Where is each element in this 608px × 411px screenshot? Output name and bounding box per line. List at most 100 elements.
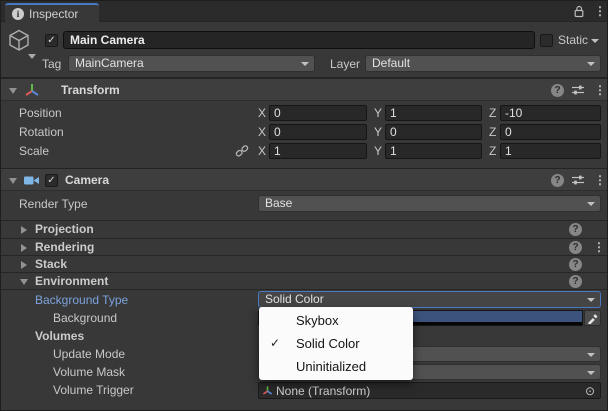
gameobject-name-field[interactable] — [63, 31, 535, 49]
section-stack[interactable]: Stack ? — [1, 255, 608, 272]
update-mode-label: Update Mode — [53, 345, 125, 363]
render-type-row: Render Type Base — [1, 195, 608, 213]
tab-menu-button[interactable]: ⋮ — [593, 4, 607, 18]
rotation-label[interactable]: Rotation — [19, 123, 64, 141]
help-icon[interactable]: ? — [569, 258, 582, 271]
eyedropper-button[interactable] — [584, 310, 601, 326]
chevron-down-icon — [301, 62, 309, 66]
lock-button[interactable] — [572, 4, 586, 18]
chevron-down-icon — [587, 298, 595, 302]
transform-icon — [262, 385, 273, 396]
unlock-icon — [573, 5, 585, 18]
kebab-icon: ⋮ — [594, 4, 606, 18]
axis-y-label: Y — [374, 142, 384, 160]
transform-title: Transform — [61, 83, 120, 98]
popup-item-uninitialized[interactable]: Uninitialized — [259, 355, 413, 378]
tab-bar: i Inspector ⋮ — [1, 1, 608, 22]
position-x-field[interactable] — [269, 105, 367, 121]
static-dropdown-icon[interactable] — [591, 39, 599, 43]
unlink-scale-icon[interactable] — [235, 144, 249, 158]
rotation-row: Rotation X Y Z — [1, 123, 608, 141]
background-type-label: Background Type — [35, 291, 128, 309]
eyedropper-icon — [587, 313, 598, 324]
check-icon: ✓ — [47, 175, 55, 186]
check-icon: ✓ — [47, 35, 55, 46]
camera-header[interactable]: ✓ Camera ? ⋮ — [1, 168, 608, 191]
static-checkbox[interactable] — [540, 34, 553, 47]
axis-x-label: X — [258, 123, 268, 141]
layer-dropdown[interactable]: Default — [365, 55, 601, 72]
camera-icon — [23, 173, 40, 188]
help-icon[interactable]: ? — [551, 84, 564, 97]
kebab-icon[interactable]: ⋮ — [594, 83, 606, 97]
kebab-icon[interactable]: ⋮ — [594, 173, 606, 187]
axis-x-label: X — [258, 104, 268, 122]
foldout-closed-icon[interactable] — [21, 244, 27, 252]
rendering-label: Rendering — [35, 239, 94, 256]
presets-icon[interactable] — [571, 83, 585, 97]
section-projection[interactable]: Projection ? — [1, 220, 608, 238]
layer-value: Default — [372, 56, 410, 70]
rotation-y-field[interactable] — [385, 124, 482, 140]
transform-icon — [24, 82, 40, 98]
foldout-open-icon[interactable] — [9, 88, 17, 94]
inspector-window: i Inspector ⋮ ✓ Static Tag MainC — [0, 0, 608, 411]
rotation-x-field[interactable] — [269, 124, 367, 140]
help-icon[interactable]: ? — [569, 275, 582, 288]
popup-item-label: Uninitialized — [296, 359, 366, 374]
popup-item-solid-color[interactable]: ✓ Solid Color — [259, 332, 413, 355]
help-icon[interactable]: ? — [569, 241, 582, 254]
cube-icon — [7, 28, 31, 54]
background-type-popup: Skybox ✓ Solid Color Uninitialized — [259, 307, 413, 380]
position-label[interactable]: Position — [19, 104, 62, 122]
camera-title: Camera — [65, 173, 109, 188]
background-label: Background — [53, 309, 117, 327]
gameobject-icon-button[interactable] — [7, 28, 31, 54]
kebab-icon[interactable]: ⋮ — [593, 240, 605, 254]
transform-header[interactable]: Transform ? ⋮ — [1, 78, 608, 101]
projection-label: Projection — [35, 221, 94, 238]
help-icon[interactable]: ? — [551, 174, 564, 187]
axis-z-label: Z — [489, 142, 499, 160]
camera-enabled-checkbox[interactable]: ✓ — [45, 174, 58, 187]
section-environment[interactable]: Environment ? — [1, 272, 608, 290]
chevron-down-icon — [587, 62, 595, 66]
chevron-down-icon — [587, 353, 595, 357]
rotation-z-field[interactable] — [500, 124, 601, 140]
gameobject-enabled-checkbox[interactable]: ✓ — [45, 34, 58, 47]
foldout-closed-icon[interactable] — [21, 226, 27, 234]
gameobject-icon-dropdown-icon[interactable] — [28, 54, 36, 59]
tag-dropdown[interactable]: MainCamera — [68, 55, 315, 72]
object-picker-button[interactable]: ⊙ — [583, 384, 597, 398]
background-type-value: Solid Color — [265, 292, 324, 306]
volumes-label: Volumes — [35, 327, 84, 345]
scale-label[interactable]: Scale — [19, 142, 49, 160]
tag-value: MainCamera — [75, 56, 144, 70]
section-rendering[interactable]: Rendering ? ⋮ — [1, 238, 608, 255]
scale-y-field[interactable] — [385, 143, 482, 159]
foldout-open-icon[interactable] — [9, 178, 17, 184]
axis-z-label: Z — [489, 104, 499, 122]
scale-x-field[interactable] — [269, 143, 367, 159]
tab-inspector[interactable]: i Inspector — [5, 3, 99, 22]
axis-x-label: X — [258, 142, 268, 160]
position-z-field[interactable] — [500, 105, 601, 121]
help-icon[interactable]: ? — [569, 223, 582, 236]
render-type-dropdown[interactable]: Base — [258, 195, 601, 212]
position-y-field[interactable] — [385, 105, 482, 121]
volume-trigger-object-field[interactable]: None (Transform) ⊙ — [258, 382, 601, 399]
popup-item-skybox[interactable]: Skybox — [259, 309, 413, 332]
presets-icon[interactable] — [571, 173, 585, 187]
axis-y-label: Y — [374, 104, 384, 122]
background-type-dropdown[interactable]: Solid Color — [258, 291, 601, 308]
static-label: Static — [558, 33, 588, 48]
tag-label: Tag — [42, 57, 61, 71]
axis-z-label: Z — [489, 123, 499, 141]
volume-trigger-label: Volume Trigger — [53, 381, 134, 399]
tab-title: Inspector — [29, 7, 78, 21]
foldout-open-icon[interactable] — [20, 279, 28, 285]
scale-z-field[interactable] — [500, 143, 601, 159]
foldout-closed-icon[interactable] — [21, 261, 27, 269]
volume-mask-label: Volume Mask — [53, 363, 125, 381]
render-type-label: Render Type — [19, 195, 88, 213]
